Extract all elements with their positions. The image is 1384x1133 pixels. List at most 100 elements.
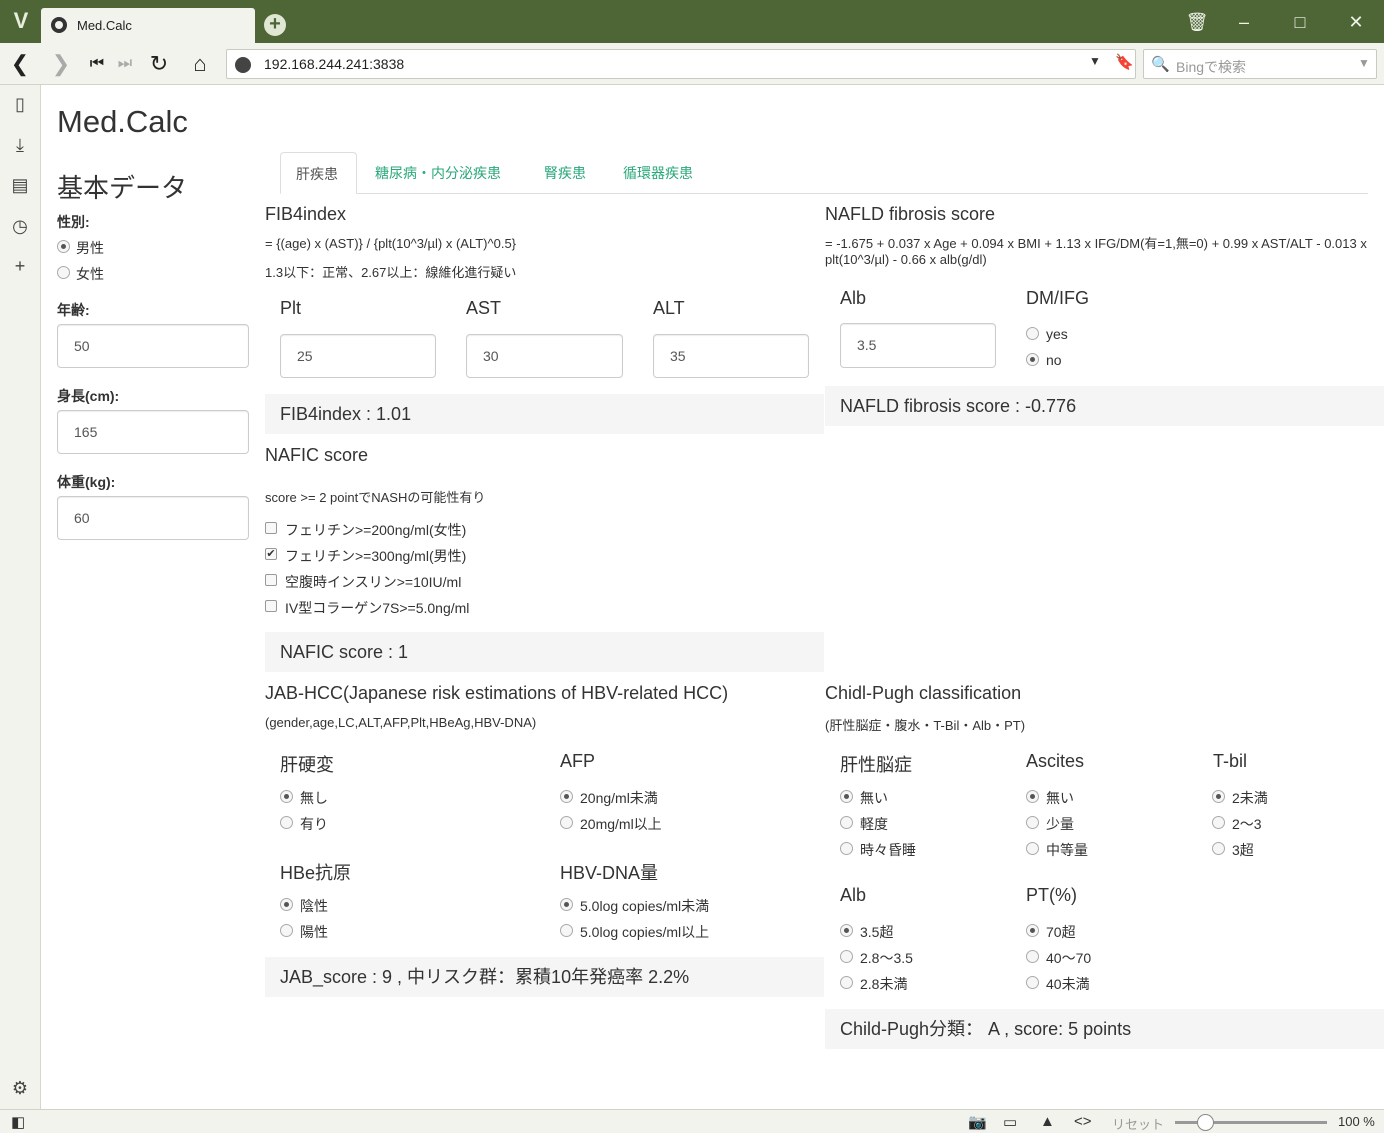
enc-radio-mild[interactable] — [840, 816, 853, 829]
sex-option-female[interactable]: 女性 — [76, 264, 104, 284]
dm-radio-yes[interactable] — [1026, 327, 1039, 340]
zoom-slider-handle[interactable] — [1197, 1114, 1214, 1131]
url-text[interactable]: 192.168.244.241:3838 — [264, 56, 404, 72]
afp-option-low[interactable]: 20ng/ml未満 — [580, 788, 658, 808]
tbil-radio-mid[interactable] — [1212, 816, 1225, 829]
tbil-option-high[interactable]: 3超 — [1232, 840, 1254, 860]
sex-radio-male[interactable] — [57, 240, 70, 253]
cp-alb-option-high[interactable]: 3.5超 — [860, 922, 893, 942]
hbe-radio-positive[interactable] — [280, 924, 293, 937]
address-bar[interactable]: 192.168.244.241:3838 ▼ 🔖 — [226, 49, 1136, 79]
asc-option-none[interactable]: 無い — [1046, 788, 1074, 808]
images-icon[interactable]: ▲ — [1040, 1113, 1055, 1130]
asc-radio-none[interactable] — [1026, 790, 1039, 803]
site-info-icon[interactable] — [235, 57, 251, 73]
zoom-reset-label[interactable]: リセット — [1112, 1114, 1164, 1133]
search-engine-dropdown-icon[interactable]: ▼ — [1358, 56, 1370, 70]
history-icon[interactable]: ◷ — [9, 215, 31, 237]
afp-option-high[interactable]: 20mg/ml以上 — [580, 814, 662, 834]
downloads-icon[interactable]: ⤓ — [9, 134, 31, 156]
asc-radio-small[interactable] — [1026, 816, 1039, 829]
asc-radio-moderate[interactable] — [1026, 842, 1039, 855]
tab-cardiovascular[interactable]: 循環器疾患 — [623, 163, 693, 183]
panel-toggle-icon[interactable]: ◧ — [11, 1113, 25, 1131]
notes-icon[interactable]: ▤ — [9, 174, 31, 196]
pt-radio-high[interactable] — [1026, 924, 1039, 937]
browser-tab[interactable]: Med.Calc — [41, 8, 255, 43]
reload-button[interactable]: ↻ — [146, 51, 172, 77]
fast-forward-button[interactable]: ⏭ — [112, 51, 138, 77]
forward-button[interactable]: ❯ — [48, 51, 74, 77]
sex-radio-female[interactable] — [57, 266, 70, 279]
nafic-item-collagen[interactable]: IV型コラーゲン7S>=5.0ng/ml — [285, 598, 469, 618]
enc-option-none[interactable]: 無い — [860, 788, 888, 808]
rewind-button[interactable]: ⏮ — [84, 51, 110, 77]
maximize-button[interactable]: □ — [1288, 10, 1312, 34]
sex-option-male[interactable]: 男性 — [76, 238, 104, 258]
hbe-radio-negative[interactable] — [280, 898, 293, 911]
bookmarks-icon[interactable]: ▯ — [9, 93, 31, 115]
hbe-option-negative[interactable]: 陰性 — [300, 896, 328, 916]
new-tab-button[interactable]: + — [264, 14, 286, 36]
pt-radio-low[interactable] — [1026, 976, 1039, 989]
tab-liver[interactable]: 肝疾患 — [280, 152, 357, 194]
history-dropdown-icon[interactable]: ▼ — [1089, 54, 1101, 68]
pt-option-high[interactable]: 70超 — [1046, 922, 1076, 942]
lc-radio-no[interactable] — [280, 790, 293, 803]
enc-radio-none[interactable] — [840, 790, 853, 803]
age-input[interactable]: 50 — [57, 324, 249, 368]
hbv-dna-radio-low[interactable] — [560, 898, 573, 911]
hbe-option-positive[interactable]: 陽性 — [300, 922, 328, 942]
dm-option-yes[interactable]: yes — [1046, 326, 1068, 342]
pt-radio-mid[interactable] — [1026, 950, 1039, 963]
pt-option-mid[interactable]: 40〜70 — [1046, 948, 1091, 968]
settings-gear-icon[interactable]: ⚙ — [9, 1077, 31, 1099]
plt-input[interactable]: 25 — [280, 334, 436, 378]
height-input[interactable]: 165 — [57, 410, 249, 454]
search-field[interactable]: 🔍 Bingで検索 ▼ — [1143, 49, 1377, 79]
back-button[interactable]: ❮ — [7, 51, 33, 77]
lc-option-yes[interactable]: 有り — [300, 814, 328, 834]
cp-alb-option-mid[interactable]: 2.8〜3.5 — [860, 948, 913, 968]
lc-radio-yes[interactable] — [280, 816, 293, 829]
enc-radio-coma[interactable] — [840, 842, 853, 855]
close-button[interactable]: ✕ — [1344, 10, 1368, 34]
nafld-alb-input[interactable]: 3.5 — [840, 323, 996, 368]
lc-option-no[interactable]: 無し — [300, 788, 328, 808]
page-actions-icon[interactable]: <> — [1074, 1113, 1092, 1130]
dm-option-no[interactable]: no — [1046, 352, 1062, 368]
bookmark-icon[interactable]: 🔖 — [1115, 53, 1134, 71]
cp-alb-option-low[interactable]: 2.8未満 — [860, 974, 907, 994]
tbil-option-mid[interactable]: 2〜3 — [1232, 814, 1262, 834]
cp-alb-radio-mid[interactable] — [840, 950, 853, 963]
tbil-radio-high[interactable] — [1212, 842, 1225, 855]
nafic-item-ferritin-female[interactable]: フェリチン>=200ng/ml(女性) — [285, 520, 466, 540]
nafic-checkbox-ferritin-female[interactable] — [265, 522, 277, 534]
dm-radio-no[interactable] — [1026, 353, 1039, 366]
cp-alb-radio-high[interactable] — [840, 924, 853, 937]
capture-icon[interactable]: 📷 — [968, 1113, 987, 1131]
home-button[interactable]: ⌂ — [187, 51, 213, 77]
tile-icon[interactable]: ▭ — [1003, 1113, 1017, 1131]
alt-input[interactable]: 35 — [653, 334, 809, 378]
afp-radio-low[interactable] — [560, 790, 573, 803]
tbil-option-low[interactable]: 2未満 — [1232, 788, 1268, 808]
pt-option-low[interactable]: 40未満 — [1046, 974, 1090, 994]
asc-option-small[interactable]: 少量 — [1046, 814, 1074, 834]
afp-radio-high[interactable] — [560, 816, 573, 829]
nafic-item-insulin[interactable]: 空腹時インスリン>=10IU/ml — [285, 572, 461, 592]
hbv-dna-option-low[interactable]: 5.0log copies/ml未満 — [580, 896, 709, 916]
vivaldi-menu-icon[interactable]: V — [8, 8, 34, 34]
hbv-dna-radio-high[interactable] — [560, 924, 573, 937]
enc-option-mild[interactable]: 軽度 — [860, 814, 888, 834]
tab-kidney[interactable]: 腎疾患 — [544, 163, 586, 183]
nafic-item-ferritin-male[interactable]: フェリチン>=300ng/ml(男性) — [285, 546, 466, 566]
weight-input[interactable]: 60 — [57, 496, 249, 540]
trash-icon[interactable]: 🗑 — [1185, 10, 1209, 34]
asc-option-moderate[interactable]: 中等量 — [1046, 840, 1088, 860]
enc-option-coma[interactable]: 時々昏睡 — [860, 840, 916, 860]
tab-diabetes-endocrine[interactable]: 糖尿病・内分泌疾患 — [375, 163, 501, 183]
tbil-radio-low[interactable] — [1212, 790, 1225, 803]
nafic-checkbox-insulin[interactable] — [265, 574, 277, 586]
hbv-dna-option-high[interactable]: 5.0log copies/ml以上 — [580, 922, 709, 942]
